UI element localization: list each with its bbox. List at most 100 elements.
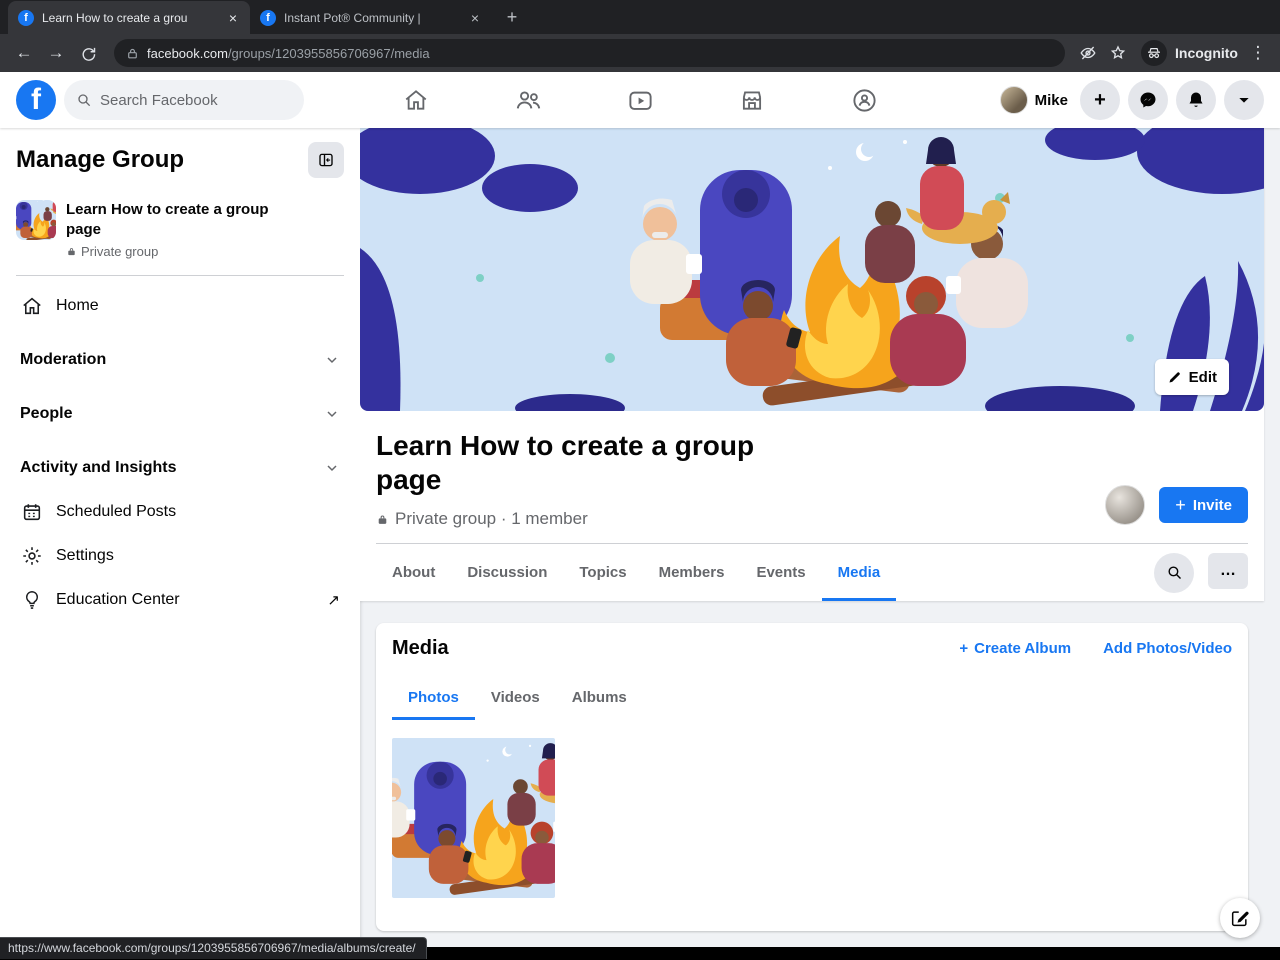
add-photos-video-link[interactable]: Add Photos/Video (1103, 640, 1232, 657)
address-bar[interactable]: facebook.com/groups/1203955856706967/med… (114, 39, 1065, 67)
facebook-header: f Mike + (0, 72, 1280, 128)
status-bar-url: https://www.facebook.com/groups/12039558… (0, 937, 427, 959)
calendar-icon (20, 500, 44, 524)
sidebar-title: Manage Group (16, 146, 185, 173)
gear-icon (20, 544, 44, 568)
notifications-button[interactable] (1176, 80, 1216, 120)
tab-topics[interactable]: Topics (563, 544, 642, 601)
sidebar-item-settings[interactable]: Settings (16, 534, 344, 578)
plus-icon: + (1175, 494, 1186, 515)
page-body: Manage Group Learn How to create a group… (0, 128, 1280, 960)
reload-icon (82, 47, 95, 61)
create-album-label: Create Album (974, 640, 1072, 658)
user-avatar (999, 86, 1028, 114)
groups-icon (852, 88, 876, 112)
incognito-icon (1141, 40, 1167, 66)
photo-thumbnail[interactable] (392, 738, 555, 899)
tab-title: Instant Pot® Community | (284, 10, 421, 25)
nav-groups-button[interactable] (808, 72, 920, 128)
subtab-videos[interactable]: Videos (475, 674, 556, 720)
sidebar-group-summary[interactable]: Learn How to create a group page Private… (16, 200, 344, 259)
subtab-photos[interactable]: Photos (392, 674, 475, 721)
create-button[interactable]: + (1080, 80, 1120, 120)
nav-watch-button[interactable] (584, 72, 696, 128)
sidebar-section-people[interactable]: People (16, 392, 344, 436)
sidebar-item-education-center[interactable]: Education Center ↗ (16, 578, 344, 622)
invite-label: Invite (1192, 496, 1232, 514)
search-input[interactable] (100, 91, 280, 109)
bookmark-star-icon[interactable] (1105, 40, 1131, 66)
sidebar-item-home[interactable]: Home (16, 284, 344, 328)
tab-events[interactable]: Events (740, 544, 821, 601)
tab-about[interactable]: About (376, 544, 451, 601)
home-icon (20, 294, 44, 318)
sidebar-section-activity-insights[interactable]: Activity and Insights (16, 446, 344, 490)
compose-pencil-icon (1231, 911, 1249, 927)
tab-close-icon[interactable]: × (224, 9, 242, 27)
invite-button[interactable]: + Invite (1159, 487, 1248, 524)
lock-icon (378, 515, 387, 524)
compose-button[interactable] (1220, 898, 1260, 938)
create-album-link[interactable]: + Create Album (959, 640, 1071, 657)
media-card: Media + Create Album Add Photos/Video Ph… (376, 623, 1248, 932)
tab-members[interactable]: Members (643, 544, 741, 601)
chevron-down-icon (324, 406, 340, 422)
forward-button[interactable]: → (42, 39, 70, 67)
profile-chip[interactable]: Mike (999, 86, 1068, 114)
group-meta-text: Private group · 1 member (395, 509, 588, 529)
group-main: Edit Learn How to create a group page Pr… (360, 128, 1280, 960)
nav-marketplace-button[interactable] (696, 72, 808, 128)
photo-grid (392, 738, 1232, 899)
chevron-down-icon (1239, 98, 1249, 103)
tab-discussion[interactable]: Discussion (451, 544, 563, 601)
tab-media[interactable]: Media (821, 544, 897, 602)
sidebar-item-label: Settings (56, 546, 114, 564)
sidebar-section-moderation[interactable]: Moderation (16, 338, 344, 382)
group-thumbnail (16, 200, 56, 240)
facebook-main-nav (360, 72, 920, 128)
group-privacy-label: Private group (81, 243, 159, 259)
browser-menu-icon[interactable]: ⋮ (1246, 43, 1270, 63)
search-facebook[interactable] (64, 80, 304, 120)
lock-icon (68, 247, 75, 255)
sidebar-item-scheduled-posts[interactable]: Scheduled Posts (16, 490, 344, 534)
media-card-title: Media (392, 637, 449, 660)
back-button[interactable]: ← (10, 39, 38, 67)
account-menu-button[interactable] (1224, 80, 1264, 120)
browser-toolbar: ← → facebook.com/groups/1203955856706967… (0, 34, 1280, 72)
edit-cover-button[interactable]: Edit (1154, 359, 1229, 395)
messenger-button[interactable] (1128, 80, 1168, 120)
section-label: People (20, 404, 73, 422)
new-tab-button[interactable]: + (498, 3, 526, 31)
tracking-protection-icon[interactable] (1075, 40, 1101, 66)
facebook-logo[interactable]: f (16, 80, 56, 120)
browser-tab-inactive[interactable]: f Instant Pot® Community | × (250, 1, 492, 34)
tab-close-icon[interactable]: × (466, 9, 484, 27)
group-tabs: About Discussion Topics Members Events M… (360, 544, 1264, 602)
facebook-favicon: f (260, 9, 276, 26)
edit-label: Edit (1188, 368, 1217, 386)
incognito-badge: Incognito (1141, 40, 1238, 66)
group-cover-photo[interactable]: Edit (360, 128, 1264, 411)
group-header-section: Edit Learn How to create a group page Pr… (360, 128, 1264, 602)
browser-tab-strip: f Learn How to create a grou × f Instant… (0, 0, 1280, 34)
ellipsis-icon: … (1220, 561, 1236, 579)
group-more-button[interactable]: … (1208, 552, 1248, 589)
member-avatar[interactable] (1105, 485, 1146, 526)
group-info: Learn How to create a group page Private… (360, 411, 1264, 543)
external-link-icon: ↗ (327, 591, 340, 609)
browser-tab-active[interactable]: f Learn How to create a grou × (8, 1, 250, 34)
subtab-albums[interactable]: Albums (556, 674, 643, 720)
browser-window: f Learn How to create a grou × f Instant… (0, 0, 1280, 960)
collapse-sidebar-button[interactable] (308, 142, 344, 178)
nav-home-button[interactable] (360, 72, 472, 128)
lock-icon (128, 48, 137, 58)
reload-button[interactable] (74, 39, 102, 67)
search-icon (1167, 566, 1181, 580)
group-search-button[interactable] (1154, 552, 1194, 593)
facebook-favicon: f (18, 9, 34, 26)
chevron-down-icon (324, 460, 340, 476)
tab-title: Learn How to create a grou (42, 10, 188, 25)
nav-friends-button[interactable] (472, 72, 584, 128)
sidebar-item-label: Scheduled Posts (56, 502, 177, 520)
